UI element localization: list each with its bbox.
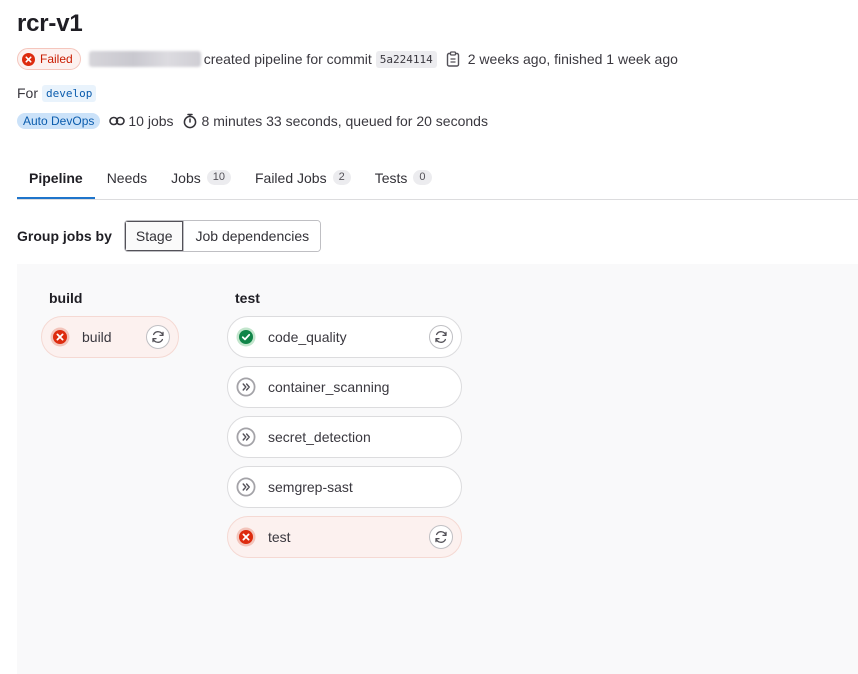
jobs-count: 10 jobs xyxy=(128,113,174,129)
page-title: rcr-v1 xyxy=(17,10,83,37)
pipeline-graph[interactable]: build test build code_quality container_… xyxy=(17,264,858,674)
tab-count-badge: 0 xyxy=(413,170,432,185)
status-failed-icon xyxy=(22,52,35,66)
tab-label: Failed Jobs xyxy=(254,169,327,186)
group-by-stage-button[interactable]: Stage xyxy=(124,221,184,251)
tab-label: Tests xyxy=(374,169,408,186)
status-failed-icon xyxy=(50,327,70,347)
pipeline-time: 2 weeks ago, finished 1 week ago xyxy=(467,51,678,67)
stage-title-build: build xyxy=(49,290,83,306)
job-name: build xyxy=(82,329,112,345)
retry-icon xyxy=(152,331,164,343)
group-by-dependencies-button[interactable]: Job dependencies xyxy=(183,221,321,251)
branch-link[interactable]: develop xyxy=(42,84,97,102)
retry-button[interactable] xyxy=(146,325,170,349)
group-jobs-label: Group jobs by xyxy=(17,228,112,244)
status-skipped-icon xyxy=(236,377,256,397)
job-container-scanning[interactable]: container_scanning xyxy=(227,366,462,408)
link-jobs-icon xyxy=(109,116,126,126)
tab-jobs[interactable]: Jobs 10 xyxy=(159,156,243,199)
tab-label: Needs xyxy=(106,169,148,186)
job-build[interactable]: build xyxy=(41,316,179,358)
tab-count-badge: 2 xyxy=(332,170,351,185)
job-secret-detection[interactable]: secret_detection xyxy=(227,416,462,458)
job-name: code_quality xyxy=(268,329,347,345)
branch-row: For develop xyxy=(17,83,97,103)
tab-count-badge: 10 xyxy=(206,170,231,185)
pipeline-tabs: Pipeline Needs Jobs 10 Failed Jobs 2 Tes… xyxy=(17,156,858,200)
job-name: test xyxy=(268,529,291,545)
commit-sha-link[interactable]: 5a224114 xyxy=(375,50,437,68)
retry-icon xyxy=(435,331,447,343)
timer-icon xyxy=(183,113,196,129)
tab-label: Jobs xyxy=(171,169,201,186)
tab-label: Pipeline xyxy=(29,169,83,186)
status-skipped-icon xyxy=(236,427,256,447)
status-failed-icon xyxy=(236,527,256,547)
status-badge[interactable]: Failed xyxy=(17,48,81,70)
group-jobs-toggle: Stage Job dependencies xyxy=(123,220,322,252)
status-skipped-icon xyxy=(236,477,256,497)
job-name: container_scanning xyxy=(268,379,390,395)
tab-failed-jobs[interactable]: Failed Jobs 2 xyxy=(243,156,363,199)
status-success-icon xyxy=(236,327,256,347)
job-name: secret_detection xyxy=(268,429,371,445)
tab-pipeline[interactable]: Pipeline xyxy=(17,156,95,199)
job-test[interactable]: test xyxy=(227,516,462,558)
author-name-blurred[interactable] xyxy=(88,51,201,67)
retry-button[interactable] xyxy=(429,325,453,349)
retry-button[interactable] xyxy=(429,525,453,549)
tab-needs[interactable]: Needs xyxy=(95,156,159,199)
job-code-quality[interactable]: code_quality xyxy=(227,316,462,358)
pipeline-info-row: Auto DevOps 10 jobs 8 minutes 33 seconds… xyxy=(17,111,488,131)
copy-icon[interactable] xyxy=(446,51,460,67)
status-label: Failed xyxy=(40,52,73,66)
job-semgrep-sast[interactable]: semgrep-sast xyxy=(227,466,462,508)
pipeline-summary: Failed created pipeline for commit 5a224… xyxy=(17,48,678,70)
created-text: created pipeline for commit xyxy=(203,51,372,67)
group-jobs-control: Group jobs by Stage Job dependencies xyxy=(17,220,322,252)
for-label: For xyxy=(17,85,38,101)
job-name: semgrep-sast xyxy=(268,479,353,495)
retry-icon xyxy=(435,531,447,543)
stage-title-test: test xyxy=(235,290,260,306)
duration-text: 8 minutes 33 seconds, queued for 20 seco… xyxy=(201,113,488,129)
tab-tests[interactable]: Tests 0 xyxy=(363,156,444,199)
auto-devops-badge[interactable]: Auto DevOps xyxy=(17,113,101,129)
